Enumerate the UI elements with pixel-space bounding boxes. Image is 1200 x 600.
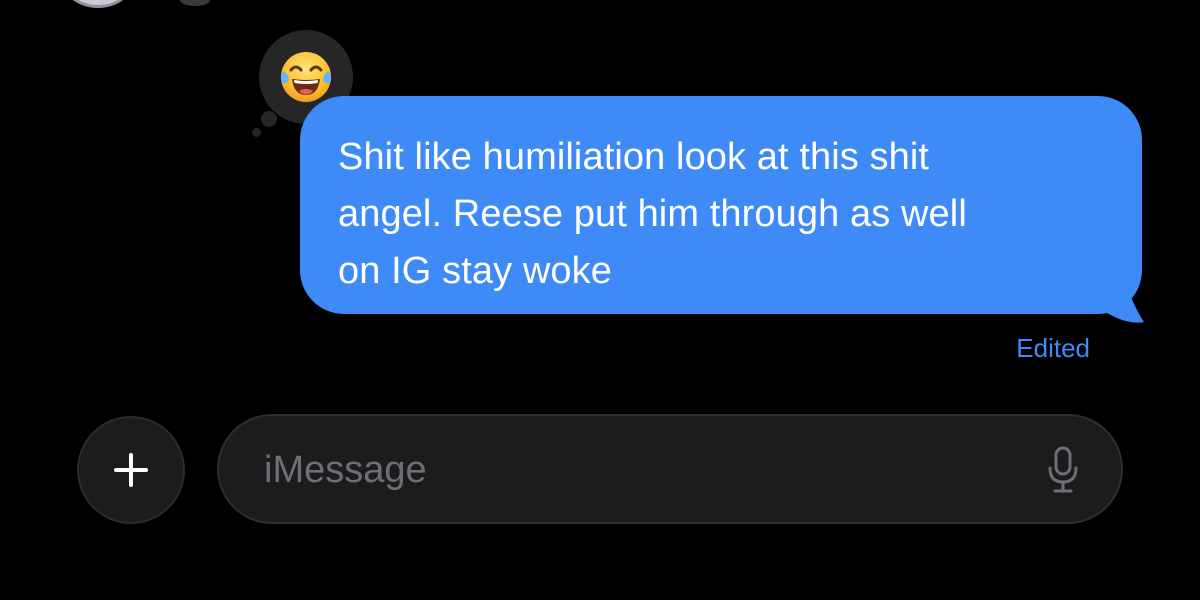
messages-screen: Shit like humiliation look at this shit … [0, 0, 1200, 600]
edited-status[interactable]: Edited [1016, 333, 1090, 363]
message-input[interactable]: iMessage [217, 414, 1123, 524]
message-text: Shit like humiliation look at this shit … [338, 136, 967, 292]
previous-message-fragment [180, 0, 210, 6]
message-input-placeholder: iMessage [264, 449, 427, 491]
add-attachment-button[interactable] [77, 416, 185, 524]
outgoing-message[interactable]: Shit like humiliation look at this shit … [300, 96, 1146, 336]
plus-icon [114, 453, 148, 487]
contact-avatar[interactable] [62, 0, 134, 8]
tapback-tail-dot-small [252, 128, 261, 137]
message-bubble[interactable]: Shit like humiliation look at this shit … [300, 96, 1142, 314]
microphone-icon[interactable] [1047, 446, 1079, 494]
